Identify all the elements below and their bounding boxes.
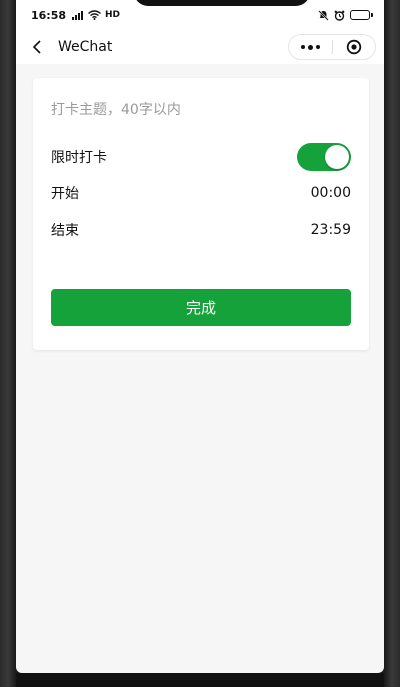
mute-icon: [318, 9, 329, 21]
end-label: 结束: [51, 223, 79, 239]
time-limit-row: 限时打卡: [51, 143, 351, 171]
target-icon: [346, 39, 361, 55]
time-limit-toggle[interactable]: [297, 143, 351, 171]
start-time-value: 00:00: [310, 185, 351, 201]
nav-title: WeChat: [58, 39, 113, 55]
start-time-row[interactable]: 开始 00:00: [51, 180, 351, 206]
alarm-icon: [334, 10, 345, 21]
start-label: 开始: [51, 186, 79, 202]
more-button[interactable]: [289, 35, 332, 59]
phone-bottom-bezel: [16, 673, 384, 687]
end-time-value: 23:59: [310, 222, 351, 238]
status-time: 16:58: [31, 8, 67, 22]
wifi-icon: [88, 10, 101, 20]
back-icon[interactable]: [28, 38, 46, 56]
more-icon: [300, 44, 320, 50]
close-mini-program-button[interactable]: [333, 35, 376, 59]
battery-icon: [350, 10, 373, 20]
network-type-label: HD: [105, 10, 121, 20]
topic-input[interactable]: [51, 96, 351, 124]
checkin-settings-card: 限时打卡 开始 00:00 结束 23:59 完成: [33, 78, 369, 350]
time-limit-label: 限时打卡: [51, 150, 107, 166]
phone-screen: 16:58 HD WeChat 打卡主题，40字以内 限时打卡 开始 00:00…: [16, 0, 384, 673]
nav-bar: WeChat: [16, 30, 384, 64]
done-button[interactable]: 完成: [51, 289, 351, 326]
phone-notch: [134, 0, 310, 6]
end-time-row[interactable]: 结束 23:59: [51, 217, 351, 243]
mini-program-capsule: [288, 34, 376, 60]
signal-icon: [72, 10, 84, 20]
